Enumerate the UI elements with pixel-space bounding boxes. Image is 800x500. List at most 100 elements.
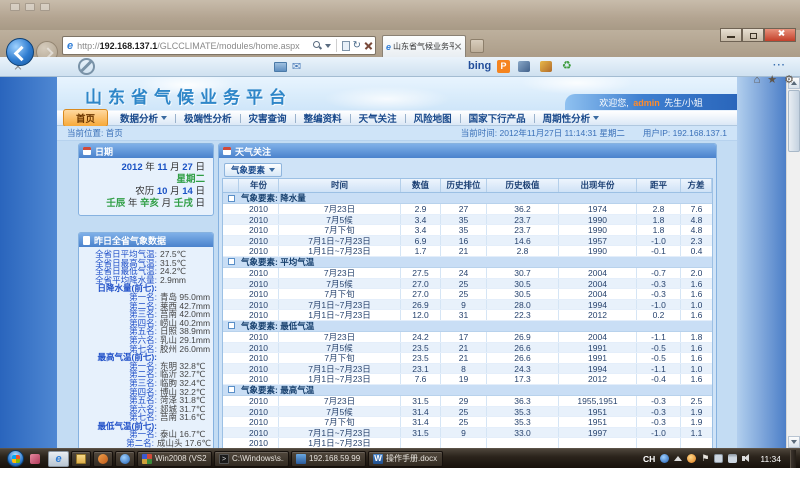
show-desktop-button[interactable] (790, 450, 796, 468)
back-button[interactable] (6, 38, 34, 66)
addon-icon[interactable] (518, 61, 530, 72)
taskbar-button[interactable]: e (48, 451, 69, 467)
compatibility-icon[interactable] (342, 41, 350, 51)
url-text[interactable]: http://192.168.137.1/GLCCLIMATE/modules/… (77, 41, 312, 51)
table-row[interactable]: 20101月1日~7月23日1.7212.81990-0.10.4 (223, 246, 712, 257)
toolbar-overflow-dots[interactable]: ··· (773, 60, 786, 71)
group-header-row[interactable]: 气象要素: 最低气温 (223, 321, 712, 332)
table-row[interactable]: 20107月1日~7月23日26.9928.01994-1.01.0 (223, 300, 712, 311)
new-tab-button[interactable] (470, 39, 484, 53)
column-header[interactable]: 历史排位 (441, 179, 487, 192)
group-header-row[interactable]: 气象要素: 最高气温 (223, 385, 712, 396)
table-row[interactable]: 20107月下旬27.02530.52004-0.31.6 (223, 289, 712, 300)
nav-item-8[interactable]: 周期性分析 (535, 110, 608, 126)
start-button[interactable] (7, 450, 24, 467)
table-row[interactable]: 20107月5候31.42535.31951-0.31.9 (223, 407, 712, 418)
column-header[interactable]: 出现年份 (559, 179, 637, 192)
pinned-app-icon[interactable] (30, 454, 40, 464)
table-row[interactable]: 20107月23日2.92736.219742.87.6 (223, 204, 712, 215)
table-row[interactable]: 20107月1日~7月23日31.5933.01997-1.01.1 (223, 428, 712, 439)
column-header[interactable]: 年份 (239, 179, 279, 192)
table-row[interactable]: 20107月下旬31.42535.31951-0.31.9 (223, 417, 712, 428)
taskbar-button[interactable] (115, 451, 135, 467)
taskbar-button[interactable]: 192.168.59.99... (291, 451, 366, 467)
table-row[interactable]: 20107月23日24.21726.92004-1.11.8 (223, 332, 712, 343)
nav-item-3[interactable]: 灾害查询 (241, 110, 295, 126)
nav-item-4[interactable]: 整编资料 (296, 110, 350, 126)
close-button[interactable] (764, 28, 796, 42)
home-icon[interactable]: ⌂ (754, 74, 761, 86)
search-icon[interactable] (313, 41, 322, 50)
table-row[interactable]: 20107月23日27.52430.72004-0.72.0 (223, 268, 712, 279)
taskbar-button[interactable]: W操作手册.docx ... (368, 451, 443, 467)
nav-item-6[interactable]: 风险地图 (406, 110, 460, 126)
table-row[interactable]: 20101月1日~7月23日12.03122.320120.21.6 (223, 310, 712, 321)
bing-logo[interactable]: bing (468, 60, 491, 72)
scroll-down-arrow-icon[interactable] (788, 436, 800, 448)
action-center-flag-icon[interactable]: ⚑ (701, 454, 709, 463)
hidden-icons-arrow[interactable] (674, 456, 682, 461)
taskbar-button[interactable]: >C:\Windows\s... (214, 451, 289, 467)
minimize-button[interactable] (720, 28, 742, 42)
blocked-icon[interactable] (78, 58, 95, 75)
address-dropdown-icon[interactable] (325, 44, 331, 48)
tab-close-icon[interactable] (454, 43, 462, 51)
nav-item-0[interactable]: 首页 (63, 109, 108, 127)
expand-checkbox[interactable] (228, 195, 235, 202)
column-header[interactable]: 历史极值 (487, 179, 559, 192)
table-row[interactable]: 20107月5候3.43523.719901.84.8 (223, 215, 712, 226)
table-cell: 1.6 (681, 374, 712, 384)
group-header-row[interactable]: 气象要素: 降水量 (223, 193, 712, 204)
mail-icon[interactable]: ✉ (292, 60, 301, 73)
taskbar-button[interactable] (93, 451, 113, 467)
quick-icon[interactable] (10, 3, 20, 11)
table-row[interactable]: 20107月23日31.52936.31955,1951-0.32.5 (223, 396, 712, 407)
column-header[interactable]: 时间 (279, 179, 401, 192)
quick-access-icons[interactable] (10, 3, 50, 11)
table-row[interactable]: 20107月5候23.52126.61991-0.51.6 (223, 343, 712, 354)
table-row[interactable]: 20101月1日~7月23日 (223, 438, 712, 448)
table-row[interactable]: 20107月下旬23.52126.61991-0.51.6 (223, 353, 712, 364)
table-row[interactable]: 20101月1日~7月23日7.61917.32012-0.41.6 (223, 374, 712, 385)
taskbar-button[interactable] (71, 451, 91, 467)
favorites-star-icon[interactable]: ★ (767, 74, 777, 86)
element-dropdown-button[interactable]: 气象要素 (224, 163, 282, 177)
table-row[interactable]: 20107月1日~7月23日23.1824.31994-1.11.0 (223, 364, 712, 375)
maximize-button[interactable] (742, 28, 764, 42)
network-globe-icon[interactable] (660, 454, 669, 463)
browser-tab[interactable]: e 山东省气候业务平... (382, 35, 466, 57)
addon-icon[interactable] (540, 61, 552, 72)
browser-scrollbar[interactable] (786, 77, 800, 448)
clock[interactable]: 11:34 (756, 454, 785, 464)
taskbar-button[interactable]: Win2008 (VS2... (137, 451, 212, 467)
expand-checkbox[interactable] (228, 322, 235, 329)
stop-icon[interactable] (364, 41, 373, 50)
expand-checkbox[interactable] (228, 258, 235, 265)
language-indicator[interactable]: CH (643, 454, 655, 464)
quick-icon[interactable] (40, 3, 50, 11)
refresh-icon[interactable]: ↻ (353, 41, 361, 51)
settings-gear-icon[interactable]: ⚙ (784, 74, 794, 86)
volume-icon[interactable] (742, 454, 751, 463)
quick-icon[interactable] (25, 3, 35, 11)
nav-item-1[interactable]: 数据分析 (112, 110, 175, 126)
expand-checkbox[interactable] (228, 386, 235, 393)
p-badge-icon[interactable]: P (497, 60, 510, 73)
address-bar[interactable]: e http://192.168.137.1/GLCCLIMATE/module… (62, 36, 376, 55)
group-header-row[interactable]: 气象要素: 平均气温 (223, 257, 712, 268)
table-row[interactable]: 20107月1日~7月23日6.91614.61957-1.02.3 (223, 236, 712, 247)
network-icon[interactable] (728, 454, 737, 463)
table-row[interactable]: 20107月下旬3.43523.719901.84.8 (223, 225, 712, 236)
column-header[interactable]: 数值 (401, 179, 441, 192)
scrollbar-thumb[interactable] (788, 90, 800, 152)
nav-item-2[interactable]: 极端性分析 (176, 110, 240, 126)
card-icon[interactable] (274, 62, 287, 72)
nav-item-7[interactable]: 国家下行产品 (461, 110, 534, 126)
nav-item-5[interactable]: 天气关注 (351, 110, 405, 126)
tray-app-icon[interactable] (687, 454, 696, 463)
recycle-icon[interactable]: ♻ (562, 60, 572, 72)
column-header[interactable]: 方差 (681, 179, 712, 192)
display-icon[interactable] (714, 454, 723, 463)
column-header[interactable]: 距平 (637, 179, 681, 192)
table-row[interactable]: 20107月5候27.02530.52004-0.31.6 (223, 279, 712, 290)
